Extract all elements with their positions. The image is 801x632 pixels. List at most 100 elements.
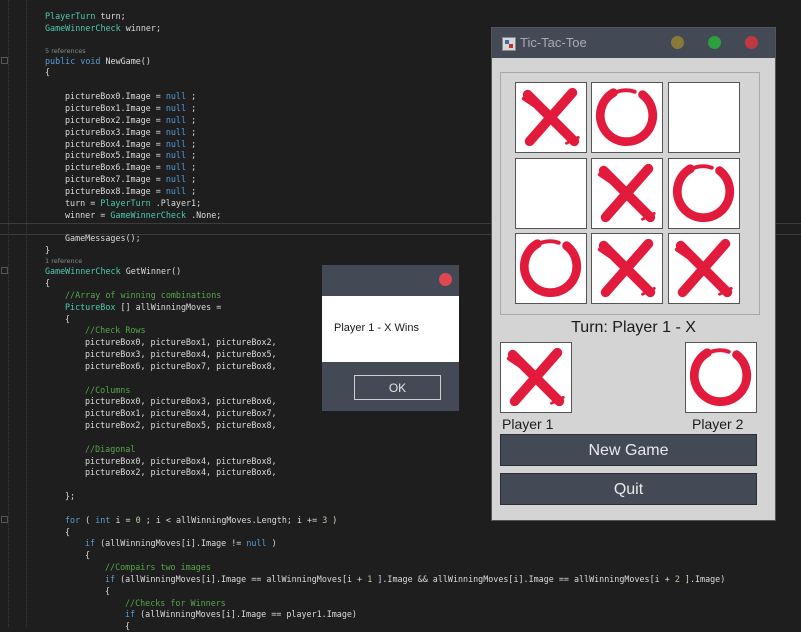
- code-line: //Diagonal: [85, 444, 135, 455]
- code-token: }: [45, 245, 51, 255]
- message-body: Player 1 - X Wins: [322, 296, 459, 362]
- code-line: {: [65, 527, 70, 538]
- board-cell-4[interactable]: [591, 158, 663, 229]
- code-token: ].Image && allWinningMoves[i].Image == a…: [377, 574, 675, 584]
- code-line: //Checks for Winners: [125, 598, 226, 609]
- code-line: pictureBox0, pictureBox4, pictureBox8,: [85, 456, 277, 467]
- code-token: [] allWinningMoves =: [120, 302, 222, 312]
- code-line: pictureBox2, pictureBox5, pictureBox8,: [85, 420, 277, 431]
- code-line: //Compairs two images: [105, 562, 211, 573]
- code-line: pictureBox6.Image = null ;: [65, 162, 196, 173]
- code-token: //Columns: [85, 385, 131, 395]
- fold-icon[interactable]: [1, 57, 8, 64]
- code-token: (: [85, 515, 96, 525]
- code-token: pictureBox8.Image =: [65, 186, 166, 196]
- code-token: {: [85, 550, 91, 560]
- code-token: GameMessages();: [65, 233, 141, 243]
- code-token: pictureBox6.Image =: [65, 162, 166, 172]
- code-line: pictureBox6, pictureBox7, pictureBox8,: [85, 361, 277, 372]
- board-cell-5[interactable]: [668, 158, 740, 229]
- code-line: pictureBox2.Image = null ;: [65, 115, 196, 126]
- code-token: PlayerTurn: [100, 198, 156, 208]
- board-cell-0[interactable]: [515, 82, 587, 153]
- code-token: null: [165, 139, 192, 149]
- code-token: GameWinnerCheck: [110, 210, 192, 220]
- player1-label: Player 1: [502, 416, 554, 432]
- code-line: pictureBox5.Image = null ;: [65, 150, 196, 161]
- code-line: pictureBox1, pictureBox4, pictureBox7,: [85, 408, 277, 419]
- code-token: if: [125, 609, 141, 619]
- code-line: turn = PlayerTurn .Player1;: [65, 198, 201, 209]
- code-line: pictureBox0.Image = null ;: [65, 91, 196, 102]
- code-line: //Check Rows: [85, 325, 146, 336]
- code-token: };: [65, 491, 76, 501]
- code-line: public void NewGame(): [45, 56, 151, 67]
- code-token: null: [165, 103, 192, 113]
- code-token: public void: [45, 56, 106, 66]
- code-token: if: [85, 538, 101, 548]
- code-line: pictureBox3.Image = null ;: [65, 127, 196, 138]
- code-token: .None;: [191, 210, 222, 220]
- code-token: {: [45, 278, 51, 288]
- code-token: ;: [191, 139, 197, 149]
- board-cell-6[interactable]: [515, 233, 587, 304]
- title-bar[interactable]: Tic-Tac-Toe: [492, 28, 775, 58]
- board-cell-1[interactable]: [591, 82, 663, 153]
- code-token: 0: [135, 515, 146, 525]
- code-line: pictureBox0, pictureBox1, pictureBox2,: [85, 337, 277, 348]
- board-cell-3[interactable]: [515, 158, 587, 229]
- board-cell-8[interactable]: [668, 233, 740, 304]
- maximize-button[interactable]: [708, 36, 721, 49]
- board-cell-7[interactable]: [591, 233, 663, 304]
- code-token: 1: [367, 574, 378, 584]
- code-token: ): [332, 515, 338, 525]
- code-token: pictureBox3, pictureBox4, pictureBox5,: [85, 349, 277, 359]
- new-game-button[interactable]: New Game: [500, 434, 757, 466]
- winner-message-box: Player 1 - X Wins OK: [322, 265, 459, 411]
- code-token: //Compairs two images: [105, 562, 211, 572]
- code-line: pictureBox2, pictureBox4, pictureBox6,: [85, 467, 277, 478]
- code-token: null: [165, 186, 192, 196]
- code-line: PictureBox [] allWinningMoves =: [65, 302, 221, 313]
- code-token: pictureBox0, pictureBox4, pictureBox8,: [85, 456, 277, 466]
- code-line: {: [85, 550, 90, 561]
- fold-icon[interactable]: [1, 267, 8, 274]
- code-token: ;: [191, 150, 197, 160]
- close-button[interactable]: [745, 36, 758, 49]
- message-text: Player 1 - X Wins: [334, 322, 419, 334]
- minimize-button[interactable]: [671, 36, 684, 49]
- code-line: for ( int i = 0 ; i < allWinningMoves.Le…: [65, 515, 337, 526]
- close-button[interactable]: [439, 273, 452, 286]
- code-line: pictureBox0, pictureBox3, pictureBox6,: [85, 396, 277, 407]
- code-token: //Checks for Winners: [125, 598, 226, 608]
- code-token: NewGame(): [105, 56, 151, 66]
- code-token: pictureBox2, pictureBox4, pictureBox6,: [85, 467, 277, 477]
- board-cell-2[interactable]: [668, 82, 740, 153]
- window-title: Tic-Tac-Toe: [520, 35, 587, 50]
- code-token: turn;: [100, 11, 126, 21]
- code-line: pictureBox3, pictureBox4, pictureBox5,: [85, 349, 277, 360]
- ok-button[interactable]: OK: [354, 375, 441, 400]
- code-token: ; i < allWinningMoves.Length; i +=: [145, 515, 323, 525]
- code-token: .Player1;: [155, 198, 202, 208]
- code-token: pictureBox4.Image =: [65, 139, 166, 149]
- code-line: pictureBox1.Image = null ;: [65, 103, 196, 114]
- player2-label: Player 2: [692, 416, 744, 432]
- code-token: pictureBox3.Image =: [65, 127, 166, 137]
- quit-button[interactable]: Quit: [500, 473, 757, 505]
- code-token: int: [95, 515, 116, 525]
- code-token: 2: [674, 574, 685, 584]
- code-line: pictureBox7.Image = null ;: [65, 174, 196, 185]
- code-line: //Columns: [85, 385, 130, 396]
- code-token: ;: [191, 91, 197, 101]
- code-token: {: [45, 67, 51, 77]
- code-token: ): [271, 538, 277, 548]
- code-token: pictureBox1, pictureBox4, pictureBox7,: [85, 408, 277, 418]
- fold-icon[interactable]: [1, 516, 8, 523]
- code-token: pictureBox5.Image =: [65, 150, 166, 160]
- code-token: pictureBox7.Image =: [65, 174, 166, 184]
- indent-guide: [26, 0, 27, 627]
- code-token: GameWinnerCheck: [45, 23, 126, 33]
- code-line: GameWinnerCheck GetWinner(): [45, 266, 181, 277]
- code-token: GameWinnerCheck: [45, 266, 126, 276]
